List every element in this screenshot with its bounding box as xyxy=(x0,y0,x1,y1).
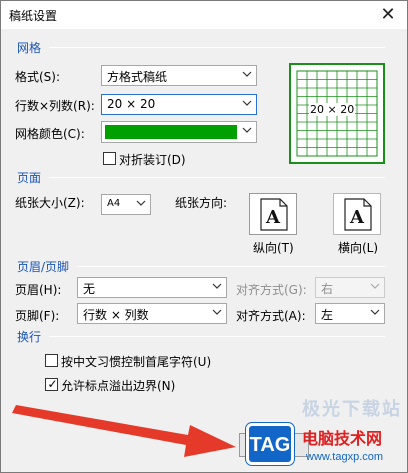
grid-color-label: 网格颜色(C): xyxy=(15,127,85,141)
fold-binding-checkbox[interactable] xyxy=(103,152,116,165)
landscape-glyph: A xyxy=(349,207,365,228)
chevron-down-icon xyxy=(136,200,146,206)
checkmark-icon: ✓ xyxy=(47,377,58,391)
landscape-page-icon: A xyxy=(344,198,372,231)
watermark-site-name: 电脑技术网 xyxy=(302,429,383,448)
rows-cols-label: 行数×列数(R): xyxy=(15,99,95,113)
paper-size-label: 纸张大小(Z): xyxy=(15,196,85,210)
cjk-line-break-checkbox[interactable] xyxy=(45,354,58,367)
style-select-value: 方格式稿纸 xyxy=(107,70,168,84)
punct-overflow-label: 允许标点溢出边界(N) xyxy=(61,379,176,393)
portrait-glyph: A xyxy=(265,207,281,228)
cjk-line-break-label: 按中文习惯控制首尾字符(U) xyxy=(61,355,212,369)
red-arrow-annotation xyxy=(12,405,236,457)
chevron-down-icon xyxy=(212,283,222,289)
grid-color-swatch xyxy=(105,125,237,139)
grid-preview-text: 20 × 20 xyxy=(309,103,356,116)
portrait-page-icon: A xyxy=(260,198,288,231)
paper-size-select[interactable]: A4 xyxy=(101,194,151,215)
rows-cols-select-value: 20 × 20 xyxy=(107,97,156,111)
section-divider xyxy=(49,47,385,48)
section-divider xyxy=(49,177,385,178)
footer-align-value: 左 xyxy=(321,308,334,322)
title-bar: 稿纸设置 ✕ xyxy=(1,1,407,29)
footer-select-value: 行数 × 列数 xyxy=(83,308,149,322)
arrow-icon xyxy=(12,405,236,457)
style-select[interactable]: 方格式稿纸 xyxy=(101,65,257,86)
portrait-label: 纵向(T) xyxy=(253,241,294,255)
header-select[interactable]: 无 xyxy=(77,277,227,298)
section-divider xyxy=(77,266,385,267)
portrait-button[interactable]: A xyxy=(249,193,297,235)
grid-color-select[interactable] xyxy=(101,121,257,143)
section-divider xyxy=(49,336,385,337)
section-heading-wrap: 换行 xyxy=(17,330,42,344)
section-heading-header-footer: 页眉/页脚 xyxy=(17,260,70,274)
footer-align-select[interactable]: 左 xyxy=(315,303,385,324)
orientation-label: 纸张方向: xyxy=(175,196,228,210)
chevron-down-icon xyxy=(370,309,380,315)
landscape-label: 横向(L) xyxy=(338,241,379,255)
watermark: 极光下载站 TAG 电脑技术网 www.tagxp.com xyxy=(232,395,408,473)
tag-logo-text: TAG xyxy=(249,434,291,456)
chevron-down-icon xyxy=(242,100,252,106)
watermark-faded-text: 极光下载站 xyxy=(302,399,402,420)
chevron-down-icon xyxy=(370,283,380,289)
footer-select[interactable]: 行数 × 列数 xyxy=(77,303,227,324)
paper-size-value: A4 xyxy=(107,198,121,209)
landscape-button[interactable]: A xyxy=(333,193,381,235)
section-heading-page: 页面 xyxy=(17,171,42,185)
footer-label: 页脚(F): xyxy=(15,309,60,323)
watermark-url: www.tagxp.com xyxy=(306,451,384,463)
close-icon[interactable]: ✕ xyxy=(375,2,401,28)
grid-preview: 20 × 20 xyxy=(289,63,385,164)
tag-logo: TAG xyxy=(246,423,294,465)
chevron-down-icon xyxy=(242,71,252,77)
punct-overflow-checkbox[interactable]: ✓ xyxy=(45,377,58,391)
chevron-down-icon xyxy=(212,309,222,315)
header-align-label: 对齐方式(G): xyxy=(236,283,307,297)
fold-binding-label: 对折装订(D) xyxy=(119,153,186,167)
header-align-value: 右 xyxy=(321,282,334,296)
chevron-down-icon xyxy=(242,127,252,133)
section-heading-grid: 网格 xyxy=(17,41,42,55)
rows-cols-select[interactable]: 20 × 20 xyxy=(101,94,257,115)
dialog-title: 稿纸设置 xyxy=(9,9,58,23)
header-select-value: 无 xyxy=(83,282,96,296)
header-label: 页眉(H): xyxy=(15,283,62,297)
footer-align-label: 对齐方式(A): xyxy=(236,309,306,323)
style-label: 格式(S): xyxy=(15,70,61,84)
header-align-select[interactable]: 右 xyxy=(315,277,385,298)
